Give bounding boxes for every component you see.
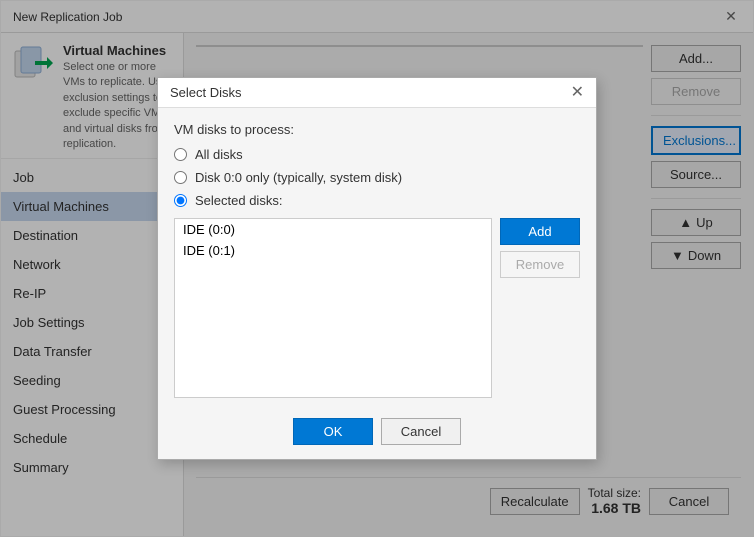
disk-list-item-ide00[interactable]: IDE (0:0)	[175, 219, 491, 240]
radio-selected-label: Selected disks:	[195, 193, 282, 208]
disk-list-box[interactable]: IDE (0:0) IDE (0:1)	[174, 218, 492, 398]
select-disks-modal: Select Disks ✕ VM disks to process: All …	[157, 77, 597, 460]
disk-list-item-ide01[interactable]: IDE (0:1)	[175, 240, 491, 261]
modal-footer: OK Cancel	[158, 408, 596, 459]
radio-disk00-label: Disk 0:0 only (typically, system disk)	[195, 170, 402, 185]
add-disk-button[interactable]: Add	[500, 218, 580, 245]
modal-title-bar: Select Disks ✕	[158, 78, 596, 108]
radio-selected-disks[interactable]: Selected disks:	[174, 193, 580, 208]
radio-all-disks[interactable]: All disks	[174, 147, 580, 162]
modal-cancel-button[interactable]: Cancel	[381, 418, 461, 445]
modal-body: VM disks to process: All disks Disk 0:0 …	[158, 108, 596, 408]
modal-close-button[interactable]: ✕	[571, 85, 584, 101]
remove-disk-button[interactable]: Remove	[500, 251, 580, 278]
radio-all-disks-input[interactable]	[174, 148, 187, 161]
disk-buttons: Add Remove	[500, 218, 580, 398]
radio-group: All disks Disk 0:0 only (typically, syst…	[174, 147, 580, 208]
modal-ok-button[interactable]: OK	[293, 418, 373, 445]
radio-all-disks-label: All disks	[195, 147, 243, 162]
modal-overlay: Select Disks ✕ VM disks to process: All …	[1, 1, 753, 536]
vm-disks-label: VM disks to process:	[174, 122, 580, 137]
main-window: New Replication Job ✕ Virtual Machines S…	[0, 0, 754, 537]
modal-title: Select Disks	[170, 85, 242, 100]
radio-disk00-only[interactable]: Disk 0:0 only (typically, system disk)	[174, 170, 580, 185]
radio-disk00-input[interactable]	[174, 171, 187, 184]
radio-selected-input[interactable]	[174, 194, 187, 207]
selected-disks-row: IDE (0:0) IDE (0:1) Add Remove	[174, 218, 580, 398]
